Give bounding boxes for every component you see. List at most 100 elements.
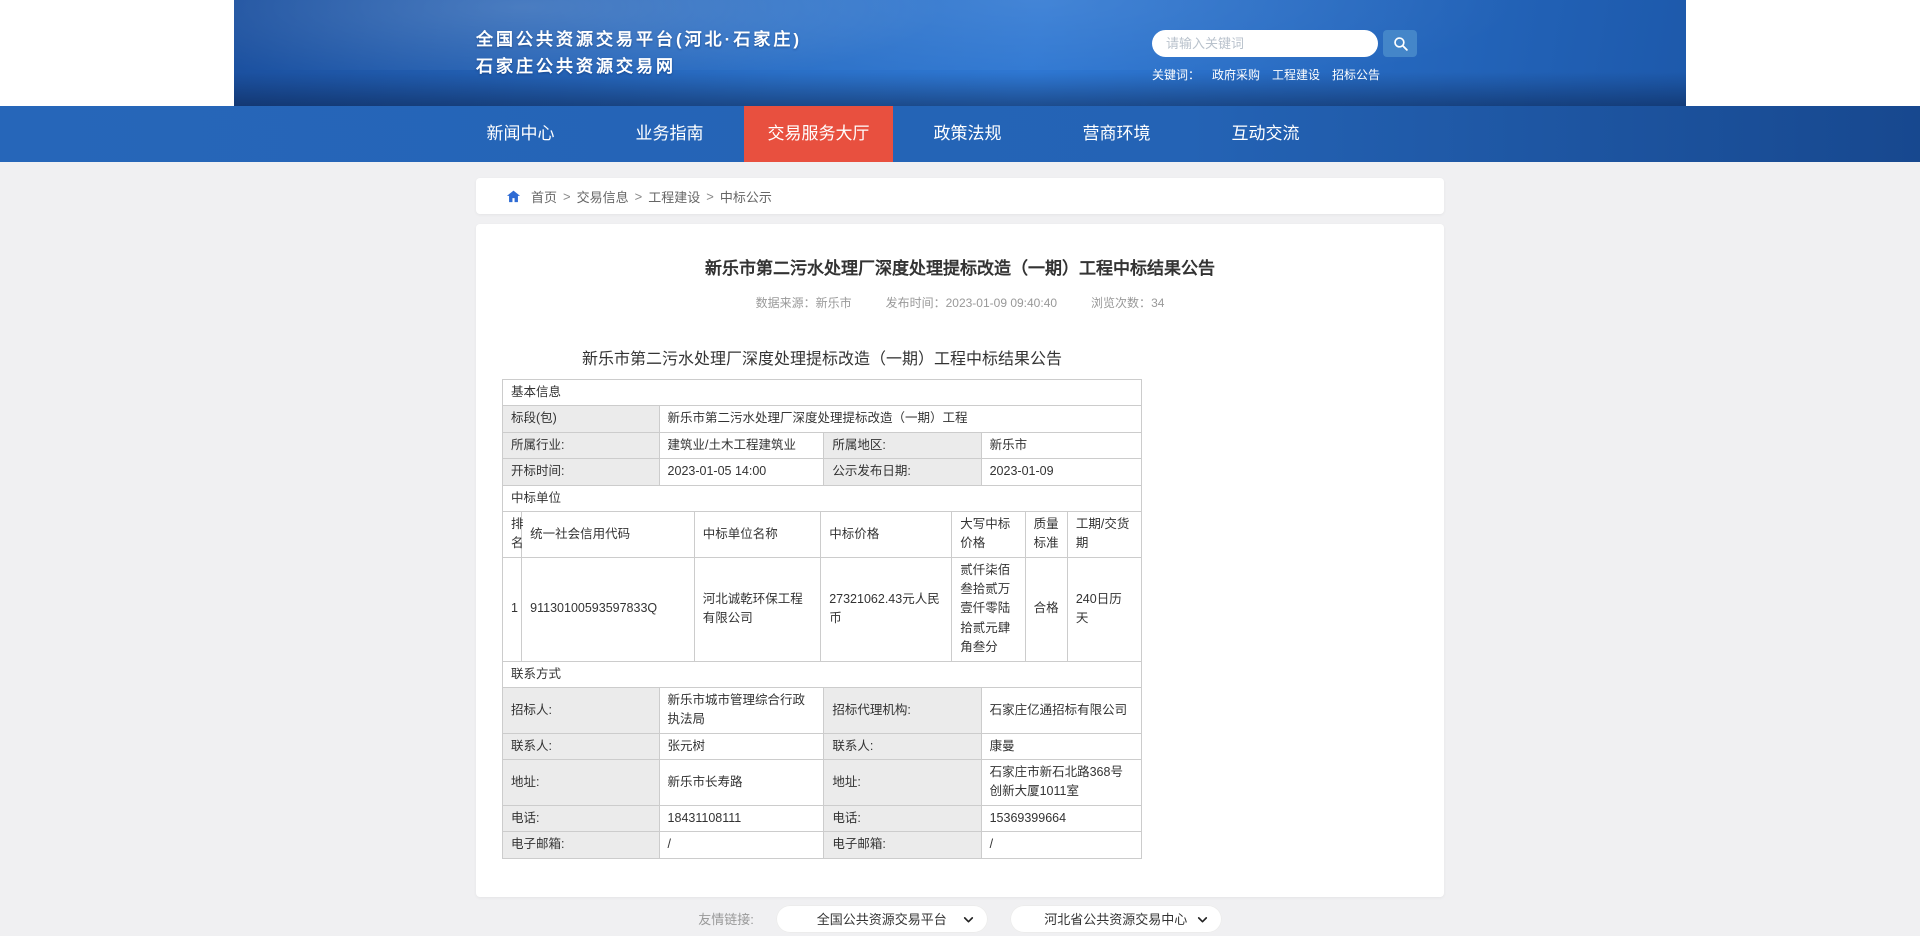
tenderer-value: 新乐市城市管理综合行政执法局 — [658, 686, 825, 734]
breadcrumb-separator: > — [563, 188, 571, 204]
col-rank: 排名 — [501, 510, 524, 558]
winner-rank: 1 — [501, 556, 523, 662]
search-zone: 关键词： 政府采购 工程建设 招标公告 — [1152, 30, 1422, 83]
contact1-value: 张元树 — [658, 732, 825, 761]
hot-keywords: 关键词： 政府采购 工程建设 招标公告 — [1152, 66, 1422, 83]
table-row: 基本信息 — [502, 378, 1142, 407]
home-icon — [506, 189, 521, 204]
table-row: 招标人: 新乐市城市管理综合行政执法局 招标代理机构: 石家庄亿通招标有限公司 — [502, 686, 1143, 734]
phone1-label: 电话: — [502, 804, 660, 833]
table-row: 标段(包) 新乐市第二污水处理厂深度处理提标改造（一期）工程 — [502, 405, 1143, 433]
col-quality: 质量标准 — [1024, 510, 1068, 558]
header: 全国公共资源交易平台(河北·石家庄) 石家庄公共资源交易网 请输入关键词 关键词… — [0, 0, 1920, 106]
winner-price-caps: 贰仟柒佰叁拾贰万壹仟零陆拾贰元肆角叁分 — [951, 556, 1026, 662]
table-row: 电话: 18431108111 电话: 15369399664 — [502, 804, 1143, 833]
open-time-value: 2023-01-05 14:00 — [658, 458, 825, 486]
meta-views: 浏览次数：34 — [1091, 296, 1165, 310]
region-label: 所属地区: — [823, 431, 982, 460]
email1-value: / — [658, 831, 825, 859]
section-winner: 中标单位 — [502, 484, 1142, 512]
friend-link-select-hebei[interactable]: 河北省公共资源交易中心 — [1009, 904, 1222, 933]
open-time-label: 开标时间: — [502, 458, 660, 486]
phone1-value: 18431108111 — [658, 804, 825, 833]
table-row: 中标单位 — [502, 484, 1142, 512]
email2-value: / — [980, 831, 1143, 859]
winner-company: 河北诚乾环保工程有限公司 — [693, 556, 822, 662]
search-icon — [1392, 35, 1409, 52]
breadcrumb: 首页 > 交易信息 > 工程建设 > 中标公示 — [476, 178, 1444, 214]
winner-duration: 240日历天 — [1066, 556, 1143, 662]
contact-table: 联系方式 招标人: 新乐市城市管理综合行政执法局 招标代理机构: 石家庄亿通招标… — [502, 660, 1143, 859]
article-meta: 数据来源：新乐市 发布时间：2023-01-09 09:40:40 浏览次数：3… — [476, 294, 1444, 311]
breadcrumb-home[interactable]: 首页 — [531, 187, 557, 206]
contact2-label: 联系人: — [823, 732, 982, 761]
keyword-link-1[interactable]: 政府采购 — [1212, 66, 1260, 83]
search-input[interactable] — [1152, 30, 1378, 57]
main-nav: 新闻中心 业务指南 交易服务大厅 政策法规 营商环境 互动交流 — [0, 106, 1920, 162]
tenderer-label: 招标人: — [502, 686, 660, 734]
meta-source: 数据来源：新乐市 — [755, 296, 852, 310]
nav-item-interaction[interactable]: 互动交流 — [1191, 106, 1340, 162]
winner-table: 排名 统一社会信用代码 中标单位名称 中标价格 大写中标价格 质量标准 工期/交… — [501, 510, 1143, 662]
nav-item-business-env[interactable]: 营商环境 — [1042, 106, 1191, 162]
bid-package-label: 标段(包) — [502, 405, 660, 433]
section-contact: 联系方式 — [502, 660, 1142, 688]
keywords-label: 关键词： — [1152, 68, 1201, 82]
table-caption: 新乐市第二污水处理厂深度处理提标改造（一期）工程中标结果公告 — [581, 351, 1062, 368]
nav-item-policy[interactable]: 政策法规 — [893, 106, 1042, 162]
table-row: 地址: 新乐市长寿路 地址: 石家庄市新石北路368号创新大厦1011室 — [502, 759, 1143, 806]
chevron-down-icon — [1196, 913, 1209, 926]
address1-label: 地址: — [502, 759, 660, 806]
winner-credit-code: 91130100593597833Q — [521, 556, 695, 662]
col-credit-code: 统一社会信用代码 — [521, 510, 695, 558]
search-button[interactable] — [1383, 30, 1417, 57]
industry-label: 所属行业: — [502, 431, 660, 460]
address2-value: 石家庄市新石北路368号创新大厦1011室 — [980, 759, 1143, 806]
chevron-down-icon — [962, 913, 975, 926]
table-row: 联系人: 张元树 联系人: 康曼 — [502, 732, 1143, 761]
phone2-value: 15369399664 — [980, 804, 1143, 833]
winner-header-row: 排名 统一社会信用代码 中标单位名称 中标价格 大写中标价格 质量标准 工期/交… — [501, 510, 1143, 558]
address1-value: 新乐市长寿路 — [658, 759, 825, 806]
basic-info-table: 基本信息 标段(包) 新乐市第二污水处理厂深度处理提标改造（一期）工程 所属行业… — [502, 378, 1143, 512]
header-banner: 全国公共资源交易平台(河北·石家庄) 石家庄公共资源交易网 请输入关键词 关键词… — [234, 0, 1686, 106]
table-row: 联系方式 — [502, 660, 1142, 688]
address2-label: 地址: — [823, 759, 982, 806]
site-title: 全国公共资源交易平台(河北·石家庄) 石家庄公共资源交易网 — [476, 26, 802, 80]
contact1-label: 联系人: — [502, 732, 660, 761]
agency-value: 石家庄亿通招标有限公司 — [980, 686, 1143, 734]
announcement-card: 新乐市第二污水处理厂深度处理提标改造（一期）工程中标结果公告 数据来源：新乐市 … — [476, 224, 1444, 897]
col-price-caps: 大写中标价格 — [951, 510, 1026, 558]
contact2-value: 康曼 — [980, 732, 1143, 761]
table-row: 开标时间: 2023-01-05 14:00 公示发布日期: 2023-01-0… — [502, 458, 1143, 486]
site-title-line1: 全国公共资源交易平台(河北·石家庄) — [476, 30, 802, 49]
friend-links-label: 友情链接: — [698, 912, 754, 927]
keyword-link-3[interactable]: 招标公告 — [1332, 66, 1380, 83]
breadcrumb-separator: > — [706, 188, 714, 204]
col-company: 中标单位名称 — [693, 510, 822, 558]
winner-data-row: 1 91130100593597833Q 河北诚乾环保工程有限公司 273210… — [501, 556, 1143, 662]
friend-links: 友情链接: 全国公共资源交易平台 河北省公共资源交易中心 — [0, 904, 1920, 933]
publish-date-label: 公示发布日期: — [823, 458, 982, 486]
table-row: 电子邮箱: / 电子邮箱: / — [502, 831, 1143, 859]
industry-value: 建筑业/土木工程建筑业 — [658, 431, 825, 460]
bid-package-value: 新乐市第二污水处理厂深度处理提标改造（一期）工程 — [658, 405, 1143, 433]
region-value: 新乐市 — [980, 431, 1143, 460]
breadcrumb-current[interactable]: 中标公示 — [720, 187, 772, 206]
phone2-label: 电话: — [823, 804, 982, 833]
nav-item-guide[interactable]: 业务指南 — [595, 106, 744, 162]
breadcrumb-engineering[interactable]: 工程建设 — [648, 187, 700, 206]
keyword-link-2[interactable]: 工程建设 — [1272, 66, 1320, 83]
site-title-line2: 石家庄公共资源交易网 — [476, 57, 676, 77]
nav-item-news[interactable]: 新闻中心 — [446, 106, 595, 162]
section-basic-info: 基本信息 — [502, 378, 1142, 407]
page-title: 新乐市第二污水处理厂深度处理提标改造（一期）工程中标结果公告 — [705, 259, 1215, 278]
breadcrumb-trade-info[interactable]: 交易信息 — [577, 187, 629, 206]
friend-link-select-national[interactable]: 全国公共资源交易平台 — [775, 904, 988, 933]
agency-label: 招标代理机构: — [823, 686, 982, 734]
breadcrumb-separator: > — [634, 188, 643, 204]
winner-price: 27321062.43元人民币 — [820, 556, 953, 662]
meta-publish-time: 发布时间：2023-01-09 09:40:40 — [885, 296, 1058, 310]
nav-item-trade-hall[interactable]: 交易服务大厅 — [744, 106, 893, 162]
col-price: 中标价格 — [820, 510, 953, 558]
